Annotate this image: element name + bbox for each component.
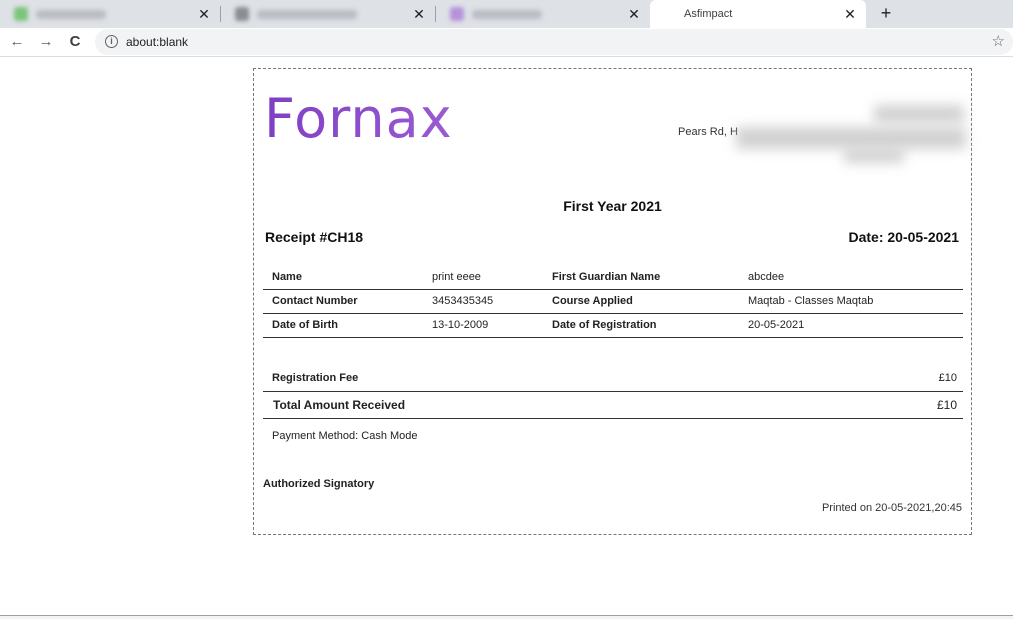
fee-table: Registration Fee £10 Total Amount Receiv… bbox=[263, 365, 963, 419]
date-of-birth-label: Date of Birth bbox=[263, 313, 423, 338]
tab-title: Asfimpact bbox=[684, 8, 733, 20]
redacted-address-line2 bbox=[844, 149, 904, 163]
bookmark-star-icon[interactable]: ☆ bbox=[992, 32, 1005, 50]
tab-title-blurred bbox=[36, 9, 106, 19]
name-label: Name bbox=[263, 265, 423, 290]
date-of-birth-value: 13-10-2009 bbox=[423, 313, 543, 338]
table-row: Registration Fee £10 bbox=[263, 365, 963, 392]
course-applied-value: Maqtab - Classes Maqtab bbox=[739, 289, 963, 314]
total-amount-value: £10 bbox=[824, 391, 963, 419]
new-tab-icon[interactable]: + bbox=[876, 3, 896, 23]
site-info-icon[interactable]: i bbox=[105, 35, 118, 48]
printed-timestamp: Printed on 20-05-2021,20:45 bbox=[821, 502, 962, 514]
table-row: Date of Birth 13-10-2009 Date of Registr… bbox=[263, 313, 963, 338]
table-row: Name print eeee First Guardian Name abcd… bbox=[263, 265, 963, 290]
table-row: Total Amount Received £10 bbox=[263, 391, 963, 419]
forward-arrow-icon[interactable]: → bbox=[36, 32, 56, 52]
tab-title-blurred bbox=[472, 9, 542, 19]
browser-tab-1[interactable]: ✕ bbox=[0, 0, 221, 28]
receipt-heading: First Year 2021 bbox=[563, 198, 662, 214]
authorized-signatory: Authorized Signatory bbox=[263, 478, 375, 490]
back-arrow-icon[interactable]: ← bbox=[7, 32, 27, 52]
close-tab-icon[interactable]: ✕ bbox=[626, 6, 642, 22]
redacted-org-name bbox=[874, 105, 964, 123]
close-tab-icon[interactable]: ✕ bbox=[842, 6, 858, 22]
tab-title-blurred bbox=[257, 9, 357, 19]
guardian-name-label: First Guardian Name bbox=[543, 265, 739, 290]
receipt-card: Fornax Pears Rd, H First Year 2021 Recei… bbox=[253, 68, 972, 535]
browser-toolbar: ← → C i about:blank ☆ bbox=[0, 28, 1013, 57]
receipt-number: Receipt #CH18 bbox=[265, 229, 364, 245]
guardian-name-value: abcdee bbox=[739, 265, 963, 290]
course-applied-label: Course Applied bbox=[543, 289, 739, 314]
contact-number-label: Contact Number bbox=[263, 289, 423, 314]
student-info-table: Name print eeee First Guardian Name abcd… bbox=[263, 265, 963, 338]
organization-address: Pears Rd, H bbox=[678, 126, 738, 138]
url-text[interactable]: about:blank bbox=[126, 35, 188, 49]
receipt-date: Date: 20-05-2021 bbox=[848, 229, 959, 245]
registration-fee-amount: £10 bbox=[824, 365, 963, 392]
tab-favicon-icon bbox=[14, 7, 28, 21]
tab-strip: ✕ ✕ ✕ Asfimpact ✕ + bbox=[0, 0, 1013, 28]
tab-favicon-icon bbox=[235, 7, 249, 21]
contact-number-value: 3453435345 bbox=[423, 289, 543, 314]
table-row: Contact Number 3453435345 Course Applied… bbox=[263, 289, 963, 314]
total-amount-label: Total Amount Received bbox=[263, 391, 825, 419]
reload-icon[interactable]: C bbox=[65, 32, 85, 52]
fornax-logo: Fornax bbox=[264, 87, 453, 150]
registration-date-label: Date of Registration bbox=[543, 313, 739, 338]
tab-favicon-icon bbox=[450, 7, 464, 21]
browser-tab-3[interactable]: ✕ bbox=[436, 0, 650, 28]
close-tab-icon[interactable]: ✕ bbox=[196, 6, 212, 22]
address-bar[interactable]: i about:blank ☆ bbox=[95, 29, 1013, 55]
payment-method: Payment Method: Cash Mode bbox=[272, 430, 418, 442]
redacted-address bbox=[736, 127, 966, 149]
registration-fee-label: Registration Fee bbox=[263, 365, 825, 392]
registration-date-value: 20-05-2021 bbox=[739, 313, 963, 338]
bottom-edge bbox=[0, 615, 1013, 619]
close-tab-icon[interactable]: ✕ bbox=[411, 6, 427, 22]
name-value: print eeee bbox=[423, 265, 543, 290]
browser-tab-2[interactable]: ✕ bbox=[221, 0, 436, 28]
browser-tab-active[interactable]: Asfimpact ✕ bbox=[650, 0, 866, 28]
